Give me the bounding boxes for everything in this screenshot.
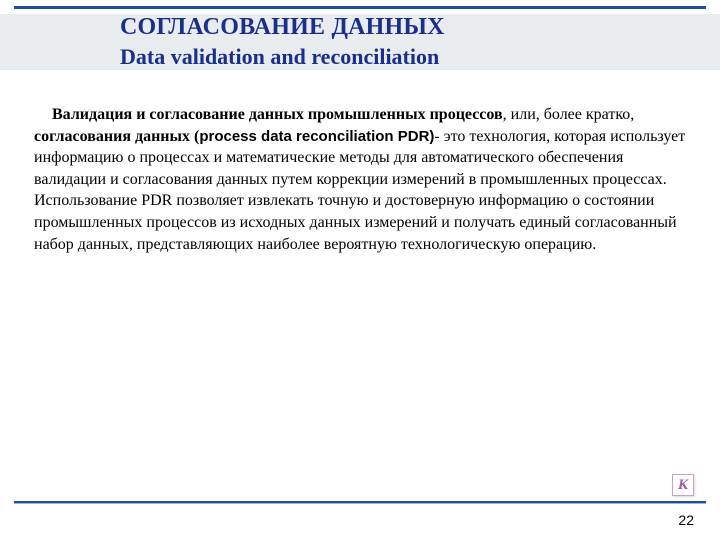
title-en: Data validation and reconciliation — [120, 44, 680, 70]
logo-badge: К — [672, 474, 694, 496]
bottom-divider — [14, 501, 706, 504]
after-lead: , или, более кратко, — [503, 106, 635, 123]
bold2-en: process data reconciliation PDR) — [199, 128, 434, 145]
lead-bold: Валидация и согласование данных промышле… — [52, 106, 503, 123]
body-rest: - это технология, которая использует инф… — [34, 128, 685, 253]
title-ru: СОГЛАСОВАНИЕ ДАННЫХ — [120, 14, 680, 42]
slide-title: СОГЛАСОВАНИЕ ДАННЫХ Data validation and … — [120, 14, 680, 70]
body-paragraph: Валидация и согласование данных промышле… — [34, 104, 686, 255]
bold2-ru: согласования данных ( — [34, 128, 199, 145]
logo-letter: К — [678, 477, 688, 494]
page-number: 22 — [678, 512, 694, 528]
top-divider — [14, 6, 706, 9]
